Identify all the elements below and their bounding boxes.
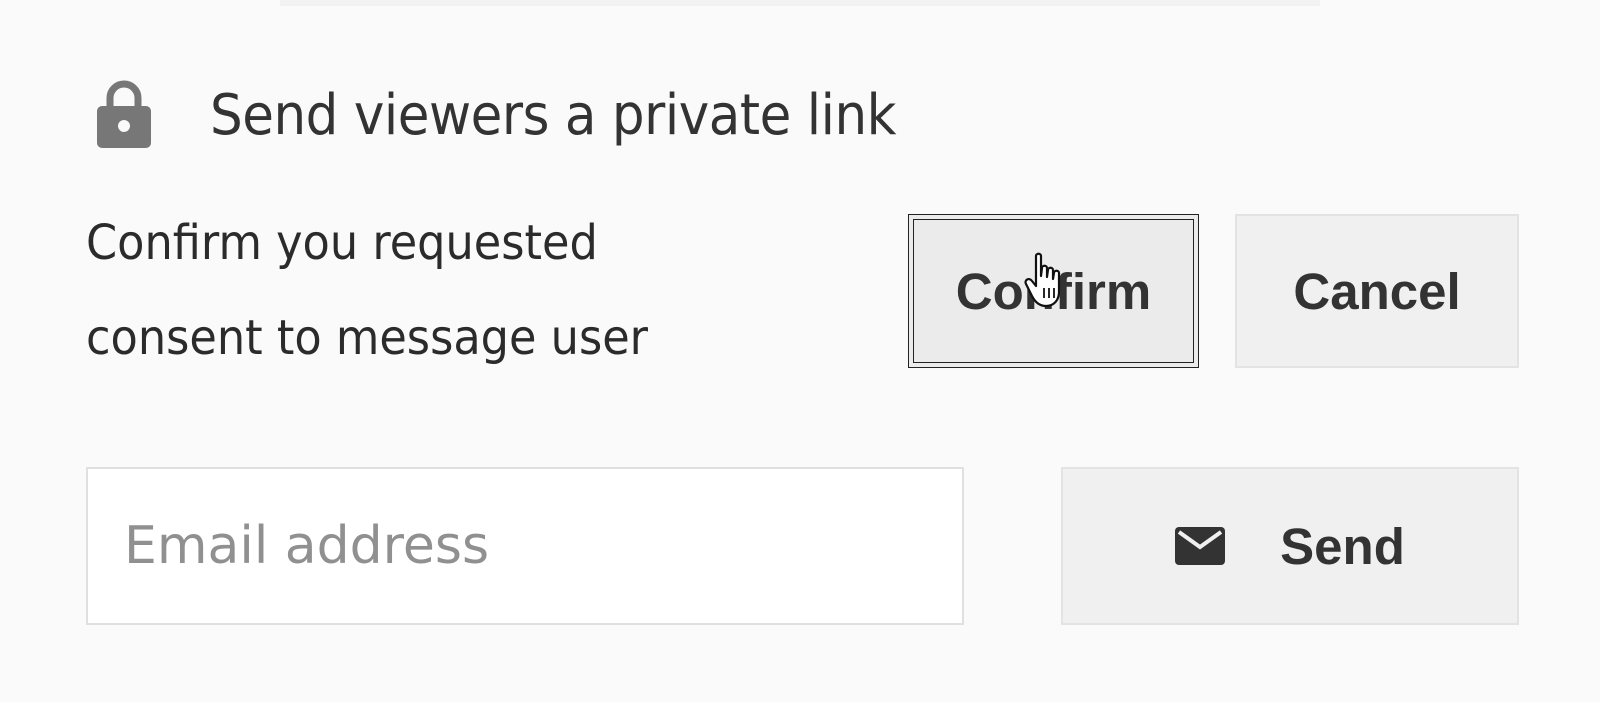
consent-prompt-line-1: Confirm you requested [86,215,598,271]
lock-icon [97,80,151,148]
send-button[interactable]: Send [1061,467,1519,625]
consent-prompt-line-2: consent to message user [86,310,649,366]
consent-prompt: Confirm you requested consent to message… [86,196,756,386]
top-divider [280,0,1320,6]
send-button-label: Send [1280,517,1405,575]
email-input[interactable] [86,467,964,625]
panel-heading: Send viewers a private link [210,83,897,148]
private-link-panel: Send viewers a private link Confirm you … [0,0,1600,702]
cancel-button[interactable]: Cancel [1235,214,1519,368]
mail-icon [1175,527,1226,565]
confirm-button[interactable]: Confirm [908,214,1199,368]
